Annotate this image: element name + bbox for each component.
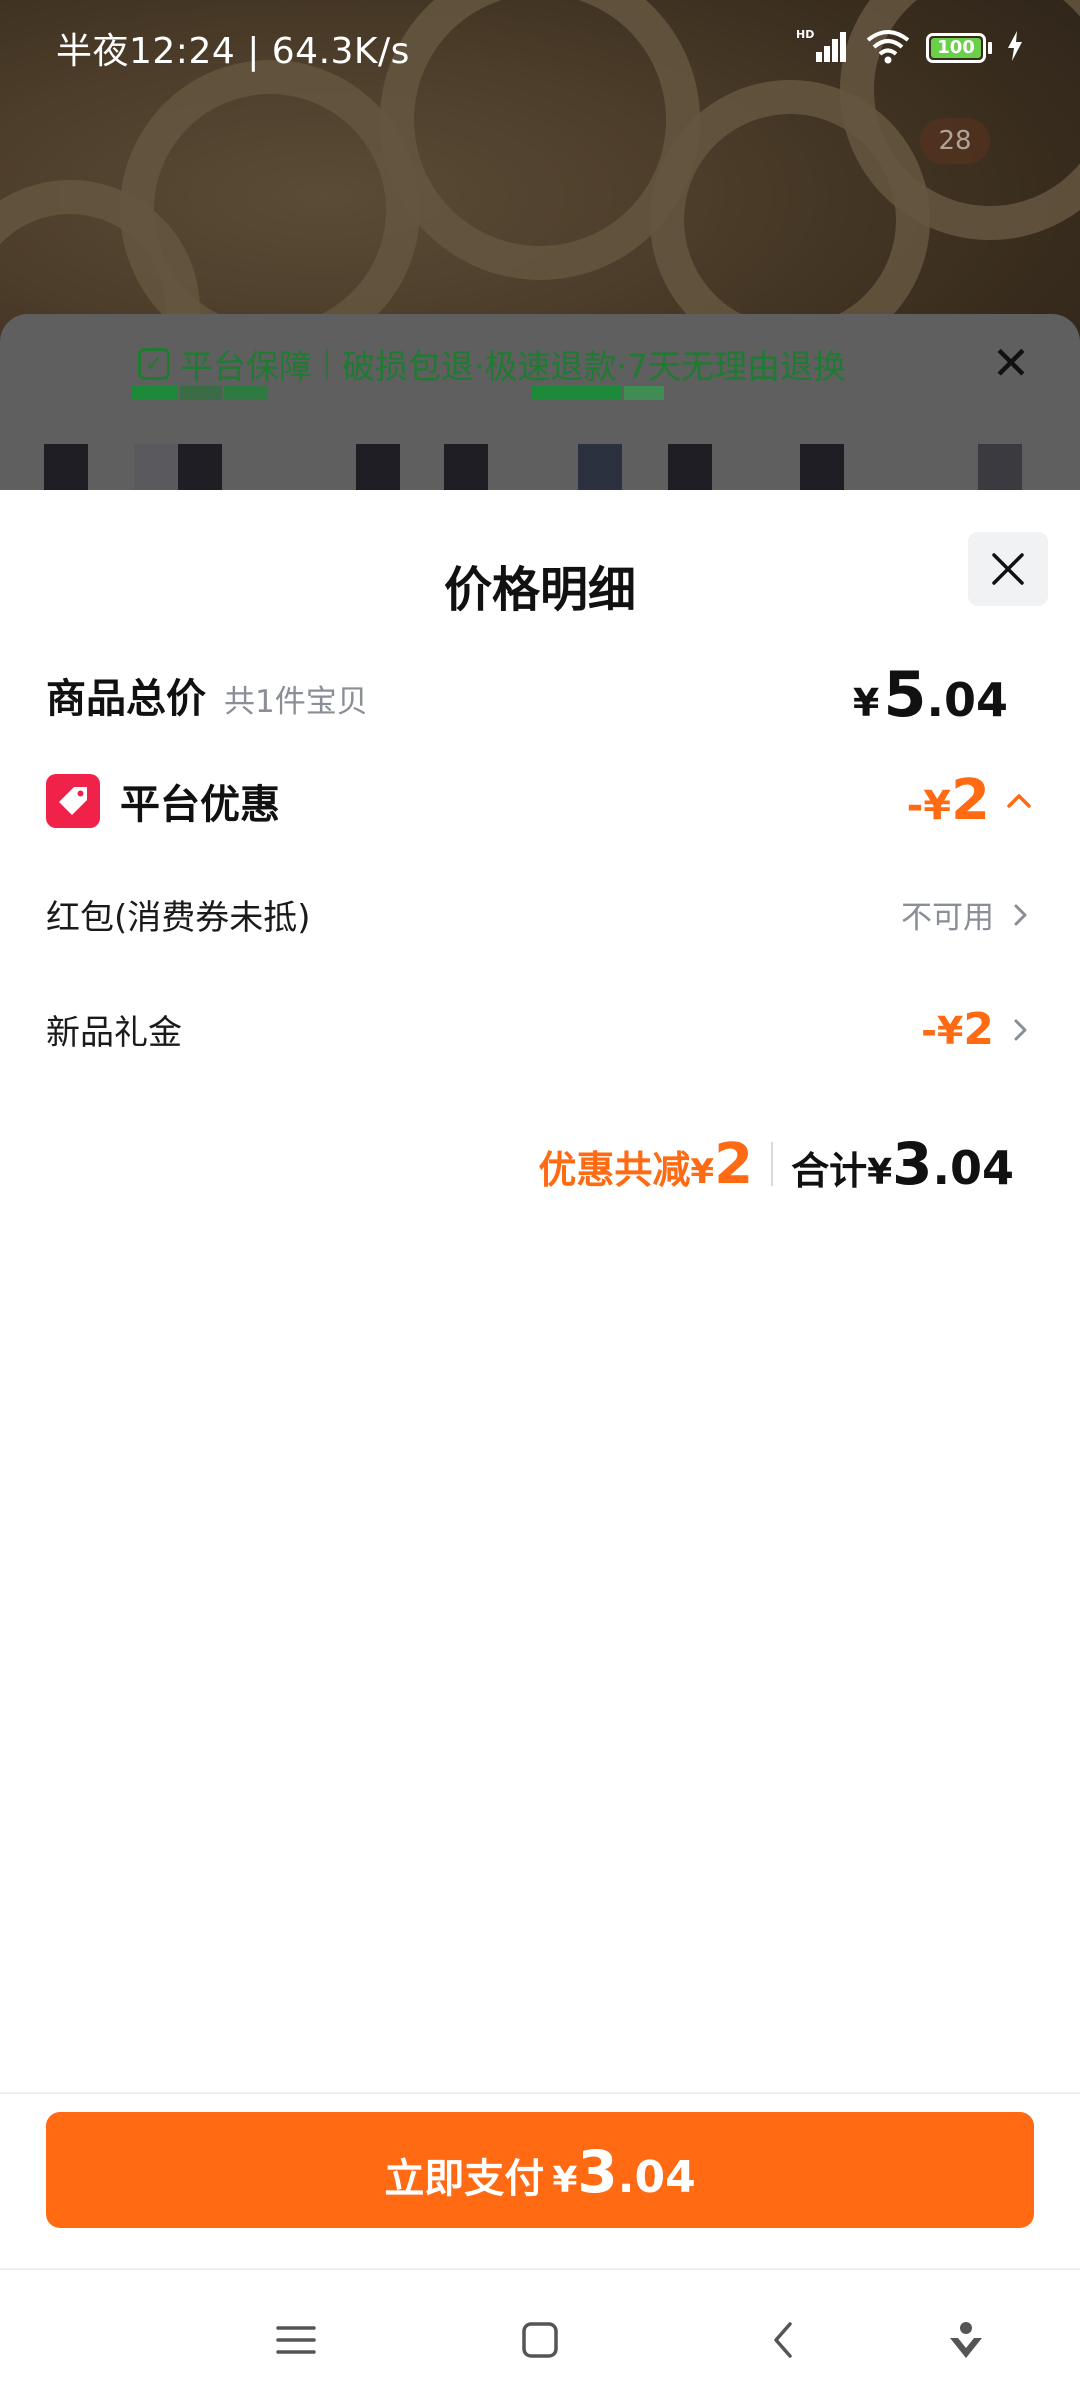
cart-badge: 28 xyxy=(920,118,990,164)
new-gift-row[interactable]: 新品礼金 - ¥ 2 xyxy=(46,1004,1034,1055)
menu-icon[interactable] xyxy=(266,2310,326,2370)
charging-icon xyxy=(1006,30,1024,66)
divider xyxy=(326,349,328,379)
guarantee-row: ✓ 平台保障 破损包退·极速退款·7天无理由退换 xyxy=(138,340,846,388)
back-icon[interactable] xyxy=(754,2310,814,2370)
red-packet-label: 红包(消费券未抵) xyxy=(46,898,311,938)
red-packet-status: 不可用 xyxy=(901,900,994,936)
new-gift-label: 新品礼金 xyxy=(46,1013,182,1053)
pay-now-button[interactable]: 立即支付 ¥ 3 .04 xyxy=(46,2112,1034,2228)
signal-icon: HD xyxy=(796,28,850,68)
close-button[interactable] xyxy=(968,532,1048,606)
divider xyxy=(771,1142,774,1186)
tag-icon xyxy=(46,773,100,828)
close-icon xyxy=(992,553,1024,585)
platform-discount-row[interactable]: 平台优惠 - ¥ 2 xyxy=(46,768,1034,833)
battery-icon: 100 xyxy=(926,33,992,63)
chevron-right-icon xyxy=(1014,904,1027,925)
check-icon: ✓ xyxy=(138,348,170,380)
new-gift-value: - ¥ 2 xyxy=(921,1004,994,1055)
platform-discount-value: - ¥ 2 xyxy=(906,768,990,833)
discount-total: 优惠共减 ¥ 2 xyxy=(538,1131,754,1197)
home-icon[interactable] xyxy=(510,2310,570,2370)
total-price-label: 商品总价 xyxy=(46,675,206,722)
guarantee-title: 平台保障 xyxy=(180,347,312,386)
guarantee-tabs xyxy=(0,386,1080,426)
grand-total: 合计 ¥ 3 .04 xyxy=(791,1130,1014,1198)
guarantee-panel: ✓ 平台保障 破损包退·极速退款·7天无理由退换 ✕ xyxy=(0,314,1080,514)
status-bar: 半夜12:24 | 64.3K/s HD 100 xyxy=(0,0,1080,96)
total-price-row: 商品总价 共1件宝贝 ¥ 5 .04 xyxy=(46,658,1034,731)
guarantee-close-icon[interactable]: ✕ xyxy=(986,338,1036,388)
guarantee-items: 破损包退·极速退款·7天无理由退换 xyxy=(342,347,846,386)
divider xyxy=(0,2092,1080,2094)
price-summary: 优惠共减 ¥ 2 合计 ¥ 3 .04 xyxy=(538,1130,1014,1198)
total-price-value: ¥ 5 .04 xyxy=(852,658,1008,731)
system-nav-bar xyxy=(0,2270,1080,2400)
platform-discount-label: 平台优惠 xyxy=(120,781,280,828)
svg-text:HD: HD xyxy=(796,28,814,41)
chevron-up-icon[interactable] xyxy=(1004,786,1034,816)
status-time: 半夜12:24 | 64.3K/s xyxy=(56,31,410,72)
sheet-title: 价格明细 xyxy=(443,562,636,618)
assistant-icon[interactable] xyxy=(936,2310,996,2370)
red-packet-row[interactable]: 红包(消费券未抵) 不可用 xyxy=(46,890,1034,939)
item-count-label: 共1件宝贝 xyxy=(224,683,368,720)
chevron-right-icon xyxy=(1014,1019,1027,1040)
wifi-icon xyxy=(864,28,912,68)
